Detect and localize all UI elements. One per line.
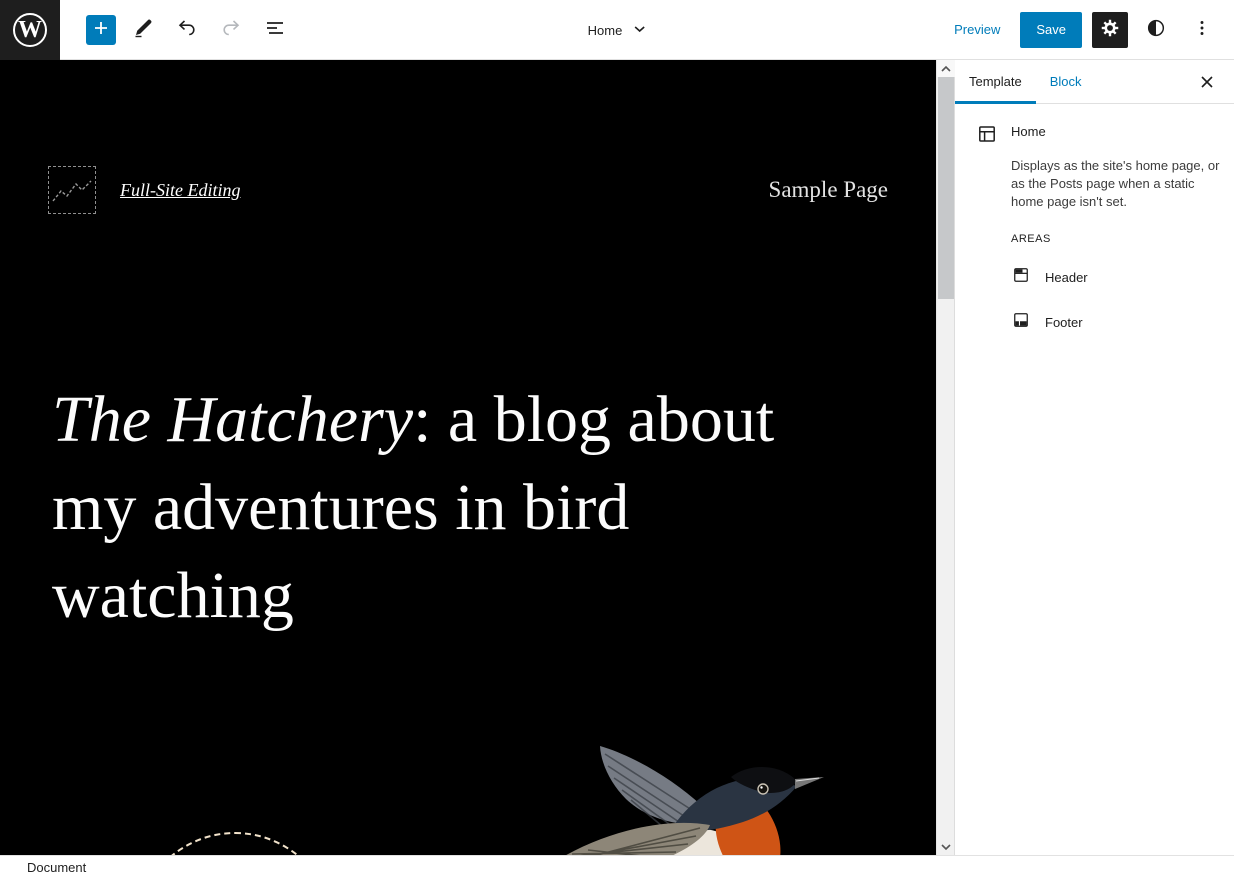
nav-item-sample-page[interactable]: Sample Page: [769, 177, 888, 203]
template-layout-icon: [975, 122, 999, 151]
zigzag-chart-icon: [49, 167, 95, 213]
bird-illustration: [450, 718, 850, 855]
redo-button[interactable]: [214, 13, 248, 47]
pencil-icon: [131, 16, 155, 43]
scrollbar-down-button[interactable]: [937, 838, 955, 855]
heading-line-3: watching: [52, 552, 912, 640]
settings-sidebar: Template Block Home Displays as the site…: [954, 60, 1234, 855]
heading-italic-part: The Hatchery: [52, 383, 413, 456]
chevron-down-icon: [632, 22, 646, 39]
undo-button[interactable]: [170, 13, 204, 47]
area-header-label: Header: [1045, 270, 1088, 285]
site-logo-placeholder[interactable]: [48, 166, 96, 214]
styles-button[interactable]: [1138, 12, 1174, 48]
editor-toolbar: W Home: [0, 0, 1234, 60]
heading-rest-part: : a blog about: [413, 383, 774, 456]
tab-template[interactable]: Template: [955, 60, 1036, 104]
more-options-button[interactable]: [1184, 12, 1220, 48]
block-inserter-button[interactable]: [86, 15, 116, 45]
close-icon: [1199, 74, 1215, 90]
redo-icon: [219, 16, 243, 43]
document-statusbar: Document: [0, 855, 1234, 878]
list-view-button[interactable]: [258, 13, 292, 47]
breadcrumb[interactable]: Document: [27, 860, 86, 875]
toolbar-left-tools: [86, 13, 292, 47]
template-description: Displays as the site's home page, or as …: [1011, 157, 1226, 211]
template-switcher-label: Home: [588, 23, 623, 38]
more-vertical-icon: [1191, 17, 1213, 42]
undo-icon: [175, 16, 199, 43]
template-card: Home Displays as the site's home page, o…: [955, 104, 1234, 353]
template-name: Home: [1011, 122, 1226, 151]
footer-layout-icon: [1011, 310, 1031, 335]
edit-mode-button[interactable]: [126, 13, 160, 47]
site-header-block: Full-Site Editing Sample Page: [48, 166, 888, 214]
list-view-icon: [263, 16, 287, 43]
settings-button[interactable]: [1092, 12, 1128, 48]
wordpress-logo-icon: W: [13, 13, 47, 47]
site-title-link[interactable]: Full-Site Editing: [120, 180, 240, 201]
area-row-footer[interactable]: Footer: [1011, 310, 1226, 335]
area-footer-label: Footer: [1045, 315, 1083, 330]
chevron-down-icon: [940, 841, 952, 853]
tab-block[interactable]: Block: [1036, 60, 1096, 104]
save-button[interactable]: Save: [1020, 12, 1082, 48]
chevron-up-icon: [940, 63, 952, 75]
contrast-half-circle-icon: [1145, 17, 1167, 42]
hero-heading[interactable]: The Hatchery: a blog about my adventures…: [52, 376, 912, 640]
header-layout-icon: [1011, 265, 1031, 290]
dashed-circle-decoration: [135, 832, 335, 855]
editor-main: Full-Site Editing Sample Page The Hatche…: [0, 60, 1234, 855]
preview-button[interactable]: Preview: [944, 14, 1010, 45]
scrollbar-thumb[interactable]: [938, 77, 954, 299]
close-sidebar-button[interactable]: [1192, 67, 1222, 97]
gear-icon: [1099, 17, 1121, 42]
editor-canvas[interactable]: Full-Site Editing Sample Page The Hatche…: [0, 60, 936, 855]
scrollbar-up-button[interactable]: [937, 60, 955, 77]
canvas-scrollbar[interactable]: [936, 60, 954, 855]
heading-line-2: my adventures in bird: [52, 464, 912, 552]
sidebar-tabs: Template Block: [955, 60, 1234, 104]
toolbar-right-tools: Preview Save: [944, 12, 1220, 48]
wordpress-logo-button[interactable]: W: [0, 0, 60, 60]
heading-line-1: The Hatchery: a blog about: [52, 376, 912, 464]
areas-section-label: AREAS: [1011, 233, 1226, 245]
template-switcher[interactable]: Home: [576, 0, 659, 60]
area-row-header[interactable]: Header: [1011, 265, 1226, 290]
plus-icon: [91, 18, 111, 41]
